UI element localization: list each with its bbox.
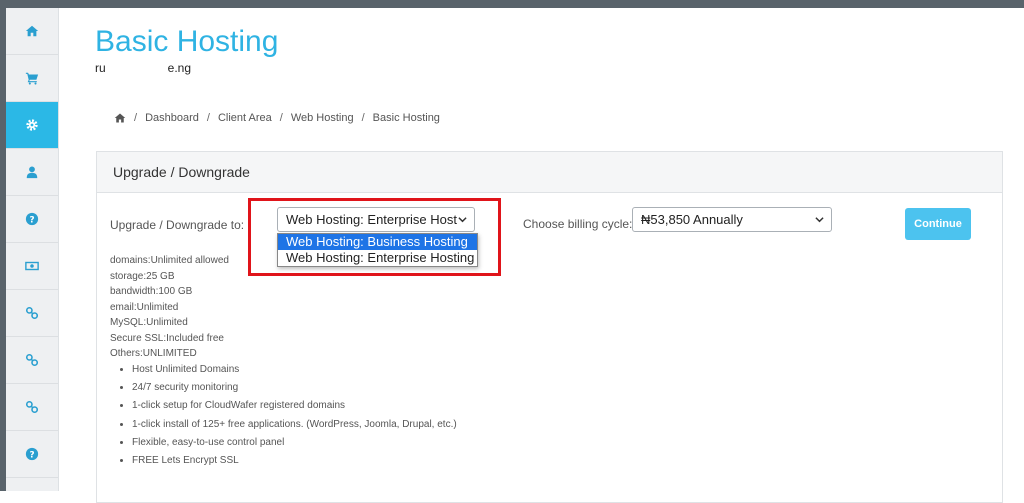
breadcrumb-current: Basic Hosting — [372, 112, 440, 124]
billing-cycle-select[interactable]: ₦53,850 Annually — [632, 207, 832, 232]
sidebar: ? ? — [6, 8, 59, 491]
home-icon[interactable] — [114, 112, 126, 124]
sidebar-item-account[interactable] — [6, 149, 58, 196]
list-item: 24/7 security monitoring — [132, 379, 457, 397]
domain-name-end: e.ng — [167, 61, 192, 75]
billing-cycle-value: ₦53,850 Annually — [641, 212, 743, 227]
link-icon — [25, 400, 39, 414]
product-specs: domains:Unlimited allowed storage:25 GB … — [110, 253, 229, 362]
spec-bandwidth: bandwidth:100 GB — [110, 286, 193, 297]
sidebar-item-home[interactable] — [6, 8, 58, 55]
list-item: Flexible, easy-to-use control panel — [132, 434, 457, 452]
breadcrumb-web-hosting[interactable]: Web Hosting — [291, 112, 354, 124]
domain-name-start: ru — [95, 61, 106, 75]
user-icon — [26, 166, 38, 179]
breadcrumb-client-area[interactable]: Client Area — [218, 112, 272, 124]
sidebar-item-billing[interactable] — [6, 243, 58, 290]
list-item: Host Unlimited Domains — [132, 361, 457, 379]
panel-heading: Upgrade / Downgrade — [97, 152, 1002, 193]
home-icon — [25, 25, 39, 37]
sidebar-item-link-3[interactable] — [6, 384, 58, 431]
spec-email: email:Unlimited — [110, 301, 179, 313]
spec-mysql: MySQL:Unlimited — [110, 317, 188, 328]
link-icon — [25, 353, 39, 367]
svg-text:?: ? — [29, 451, 34, 461]
cart-icon — [25, 72, 39, 85]
list-item: 1-click install of 125+ free application… — [132, 416, 457, 434]
spec-storage: storage:25 GB — [110, 270, 175, 282]
svg-text:?: ? — [29, 216, 34, 226]
breadcrumb-separator: / — [279, 112, 283, 124]
spec-others: Others:UNLIMITED — [110, 348, 197, 359]
sidebar-item-help[interactable]: ? — [6, 431, 58, 478]
breadcrumb: / Dashboard / Client Area / Web Hosting … — [114, 112, 440, 124]
continue-button[interactable]: Continue — [905, 208, 971, 240]
top-bar — [0, 0, 1024, 8]
sidebar-item-link-1[interactable] — [6, 290, 58, 337]
link-icon — [25, 306, 39, 320]
help-icon: ? — [25, 212, 39, 226]
breadcrumb-separator: / — [134, 112, 138, 124]
upgrade-label: Upgrade / Downgrade to: — [110, 218, 245, 232]
sidebar-item-cart[interactable] — [6, 55, 58, 102]
sidebar-item-services[interactable] — [6, 102, 58, 149]
spec-domains: domains:Unlimited allowed — [110, 255, 229, 266]
domain-name: ru e.ng — [95, 61, 191, 75]
sidebar-item-support[interactable]: ? — [6, 196, 58, 243]
breadcrumb-separator: / — [361, 112, 365, 124]
gear-icon — [26, 119, 38, 131]
help-icon: ? — [25, 447, 39, 461]
annotation-highlight-box — [248, 198, 501, 276]
list-item: FREE Lets Encrypt SSL — [132, 452, 457, 470]
sidebar-item-link-2[interactable] — [6, 337, 58, 384]
money-icon — [25, 261, 39, 271]
feature-list: Host Unlimited Domains 24/7 security mon… — [118, 361, 457, 470]
list-item: 1-click setup for CloudWafer registered … — [132, 397, 457, 415]
breadcrumb-dashboard[interactable]: Dashboard — [145, 112, 199, 124]
chevron-down-icon — [815, 217, 824, 223]
breadcrumb-separator: / — [206, 112, 210, 124]
spec-ssl: Secure SSL:Included free — [110, 332, 224, 344]
billing-cycle-label: Choose billing cycle: — [523, 217, 633, 231]
page-title: Basic Hosting — [95, 25, 279, 58]
